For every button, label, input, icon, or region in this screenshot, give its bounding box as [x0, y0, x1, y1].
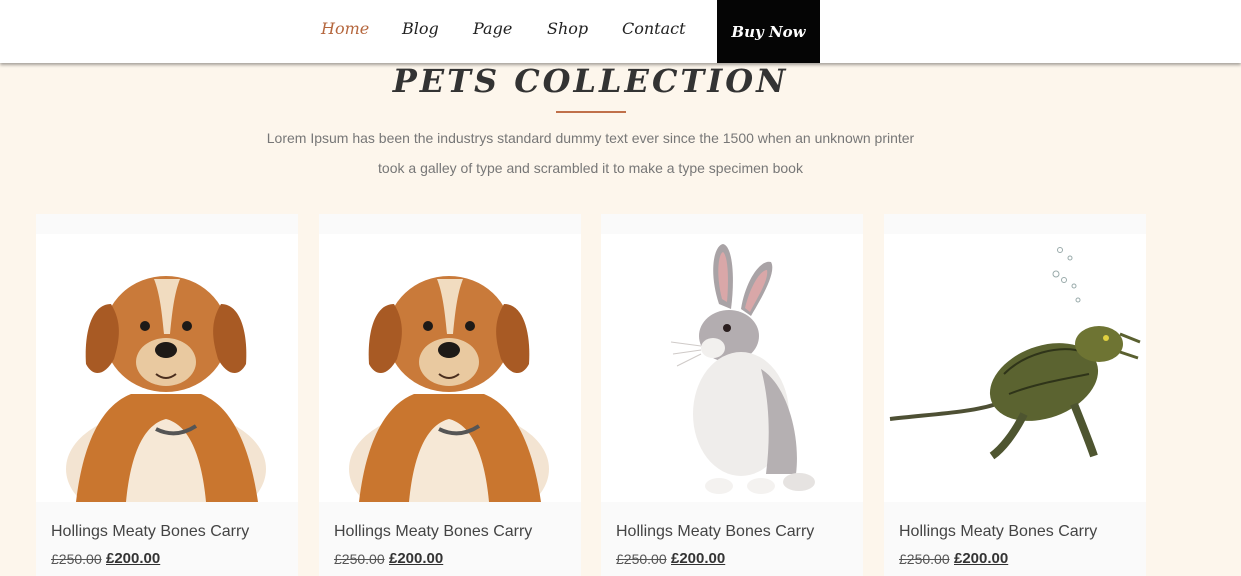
product-name[interactable]: Hollings Meaty Bones Carry [51, 523, 249, 541]
product-old-price: £250.00 [51, 551, 102, 567]
product-name[interactable]: Hollings Meaty Bones Carry [899, 523, 1097, 541]
section-title: PETS COLLECTION [392, 62, 789, 100]
product-card[interactable]: Hollings Meaty Bones Carry £250.00 £200.… [884, 214, 1146, 576]
turtle-image[interactable] [884, 234, 1146, 502]
product-old-price: £250.00 [899, 551, 950, 567]
product-card[interactable]: Hollings Meaty Bones Carry £250.00 £200.… [601, 214, 863, 576]
product-old-price: £250.00 [334, 551, 385, 567]
product-price: £200.00 [389, 550, 444, 567]
section-description-line-2: took a galley of type and scrambled it t… [378, 160, 803, 176]
title-underline [556, 111, 626, 113]
product-card[interactable]: Hollings Meaty Bones Carry £250.00 £200.… [36, 214, 298, 576]
product-price: £200.00 [671, 550, 726, 567]
site-header: Home Blog Page Shop Contact Buy Now [0, 0, 1241, 63]
nav-blog[interactable]: Blog [402, 19, 439, 38]
nav-contact[interactable]: Contact [622, 19, 686, 38]
product-name[interactable]: Hollings Meaty Bones Carry [334, 523, 532, 541]
product-name[interactable]: Hollings Meaty Bones Carry [616, 523, 814, 541]
nav-shop[interactable]: Shop [547, 19, 588, 38]
main-nav: Home Blog Page Shop Contact [0, 0, 1241, 63]
product-price: £200.00 [954, 550, 1009, 567]
product-card[interactable]: Hollings Meaty Bones Carry £250.00 £200.… [319, 214, 581, 576]
dog-image[interactable] [319, 234, 581, 502]
product-price: £200.00 [106, 550, 161, 567]
buy-now-button[interactable]: Buy Now [717, 0, 820, 63]
rabbit-image[interactable] [601, 234, 863, 502]
nav-home[interactable]: Home [321, 19, 369, 38]
section-description-line-1: Lorem Ipsum has been the industrys stand… [266, 130, 915, 146]
nav-page[interactable]: Page [473, 19, 512, 38]
product-old-price: £250.00 [616, 551, 667, 567]
dog-image[interactable] [36, 234, 298, 502]
